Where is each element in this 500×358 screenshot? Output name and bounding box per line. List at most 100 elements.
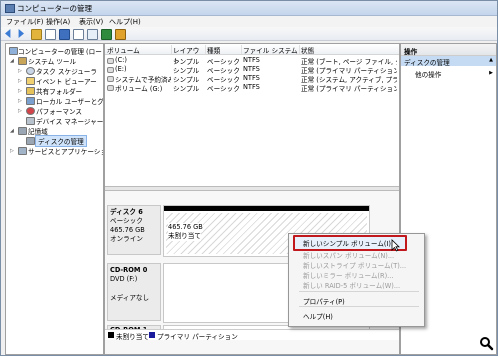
show-hide-tree-icon[interactable] [45,29,56,40]
device-manager-icon [26,117,35,125]
menu-new-spanned-volume[interactable]: 新しいスパン ボリューム(N)... [303,250,394,260]
computer-management-window: コンピューターの管理 ファイル(F) 操作(A) 表示(V) ヘルプ(H) コン… [0,0,498,356]
partition-status: 未割り当て [168,232,201,241]
console-tree: コンピューターの管理 (ロー ◢ システム ツール ▷ タスク スケジューラ ▷… [5,43,104,355]
collapsed-arrow-icon[interactable]: ▷ [10,148,14,154]
zoom-badge[interactable] [478,335,494,351]
volume-fs: NTFS [243,74,260,82]
tree-task-scheduler[interactable]: タスク スケジューラ [36,66,97,76]
key-icon[interactable] [115,29,126,40]
more-actions-link[interactable]: 他の操作 [415,69,441,79]
performance-icon [26,107,35,115]
actions-header: 操作 [401,44,496,56]
menu-help[interactable]: ヘルプ(H) [303,311,333,321]
volume-name: (C:) [115,56,127,64]
volume-row[interactable]: ボリューム (G:) シンプル ベーシック NTFS 正常 (プライマリ パーテ… [105,83,399,93]
menu-new-simple-volume[interactable]: 新しいシンプル ボリューム(I)... [303,238,397,248]
partition-size: 465.76 GB [168,223,203,232]
collapsed-arrow-icon[interactable]: ▷ [18,88,22,94]
unallocated-bar [164,206,369,211]
menu-properties[interactable]: プロパティ(P) [303,296,345,306]
collapse-arrow-icon[interactable]: ▲ [489,57,493,63]
expand-arrow-icon[interactable]: ◢ [10,58,14,64]
title-bar: コンピューターの管理 [1,1,497,16]
volume-name: ボリューム (G:) [115,85,163,93]
disk-status: オンライン [110,235,143,243]
services-icon [18,147,27,155]
volume-icon [107,85,114,91]
col-layout[interactable]: レイアウト [173,45,206,65]
legend-primary: プライマリ パーティション [157,333,238,341]
cdrom-0-label[interactable]: CD-ROM 0 DVD (F:) メディアなし [107,263,161,321]
legend: 未割り当て プライマリ パーティション [105,329,399,341]
properties-icon[interactable] [73,29,84,40]
context-menu: 新しいシンプル ボリューム(I)... 新しいスパン ボリューム(N)... 新… [288,233,425,327]
computer-management-icon [5,4,15,13]
volume-layout: シンプル [173,85,200,93]
tree-shared-folders[interactable]: 共有フォルダー [36,86,82,96]
primary-swatch [149,332,155,338]
collapsed-arrow-icon[interactable]: ▷ [18,98,22,104]
menu-new-striped-volume[interactable]: 新しいストライプ ボリューム(T)... [303,260,406,270]
volume-icon [107,67,114,73]
volume-list-header: ボリューム レイアウト 種類 ファイル システム 状態 [105,44,399,65]
disk-management-icon [26,137,35,145]
storage-icon [18,127,27,135]
volume-icon [107,76,114,82]
tree-device-manager[interactable]: デバイス マネージャー [36,116,103,126]
volume-row[interactable]: システムで予約済み シンプル ベーシック NTFS 正常 (システム, アクティ… [105,74,399,84]
check-icon[interactable] [101,29,112,40]
menu-new-mirrored-volume[interactable]: 新しいミラー ボリューム(R)... [303,270,393,280]
menu-action[interactable]: 操作(A) [46,17,70,27]
submenu-arrow-icon: ▶ [489,70,493,76]
forward-icon[interactable] [18,29,24,38]
menu-separator [299,306,419,307]
volume-fs: NTFS [243,56,260,64]
tools-icon [18,57,27,65]
actions-section[interactable]: ディスクの管理 ▲ [401,56,496,67]
menu-help[interactable]: ヘルプ(H) [109,17,141,27]
volume-name: (E:) [115,65,127,73]
col-status[interactable]: 状態 [301,45,397,55]
event-viewer-icon [26,77,35,85]
volume-row[interactable]: (E:) シンプル ベーシック NTFS 正常 (プライマリ パーティション) [105,65,399,75]
cdrom-media: メディアなし [110,294,150,302]
collapsed-arrow-icon[interactable]: ▷ [18,78,22,84]
shared-folder-icon [26,87,35,95]
tree-system-tools[interactable]: システム ツール [28,56,76,66]
disk-name: ディスク 6 [110,208,143,216]
tree-local-users[interactable]: ローカル ユーザーとグ [36,96,103,106]
volume-icon [107,58,114,64]
volume-row[interactable]: (C:) シンプル ベーシック NTFS 正常 (ブート, ページ ファイル, … [105,56,399,66]
actions-title: 操作 [404,48,418,56]
expand-arrow-icon[interactable]: ◢ [10,128,14,134]
export-list-icon[interactable] [87,29,98,40]
computer-icon [9,47,18,55]
col-filesystem[interactable]: ファイル システム [243,45,300,55]
magnifier-icon [480,337,494,351]
volume-fs: NTFS [243,83,260,91]
back-icon[interactable] [5,29,11,38]
col-type[interactable]: 種類 [207,45,242,55]
tree-root[interactable]: コンピューターの管理 (ロー [18,46,102,56]
cdrom-drive: DVD (F:) [110,275,138,283]
disk-6-label[interactable]: ディスク 6 ベーシック 465.76 GB オンライン [107,205,161,255]
menu-file[interactable]: ファイル(F) [6,17,44,27]
collapsed-arrow-icon[interactable]: ▷ [18,68,22,74]
users-icon [26,97,35,105]
legend-unallocated: 未割り当て [116,333,149,341]
col-volume[interactable]: ボリューム [107,45,172,55]
tree-event-viewer[interactable]: イベント ビューアー [36,76,97,86]
help-icon[interactable] [59,29,70,40]
clock-icon [26,67,35,75]
menu-view[interactable]: 表示(V) [79,17,103,27]
collapsed-arrow-icon[interactable]: ▷ [18,108,22,114]
mouse-cursor-icon [391,239,400,252]
tree-services-apps[interactable]: サービスとアプリケーショ [28,146,103,156]
unallocated-swatch [108,332,114,338]
tree-performance[interactable]: パフォーマンス [36,106,82,116]
volume-type: ベーシック [207,85,240,93]
up-folder-icon[interactable] [31,29,42,40]
actions-section-label: ディスクの管理 [404,59,450,67]
menu-new-raid5-volume[interactable]: 新しい RAID-5 ボリューム(W)... [303,280,400,290]
